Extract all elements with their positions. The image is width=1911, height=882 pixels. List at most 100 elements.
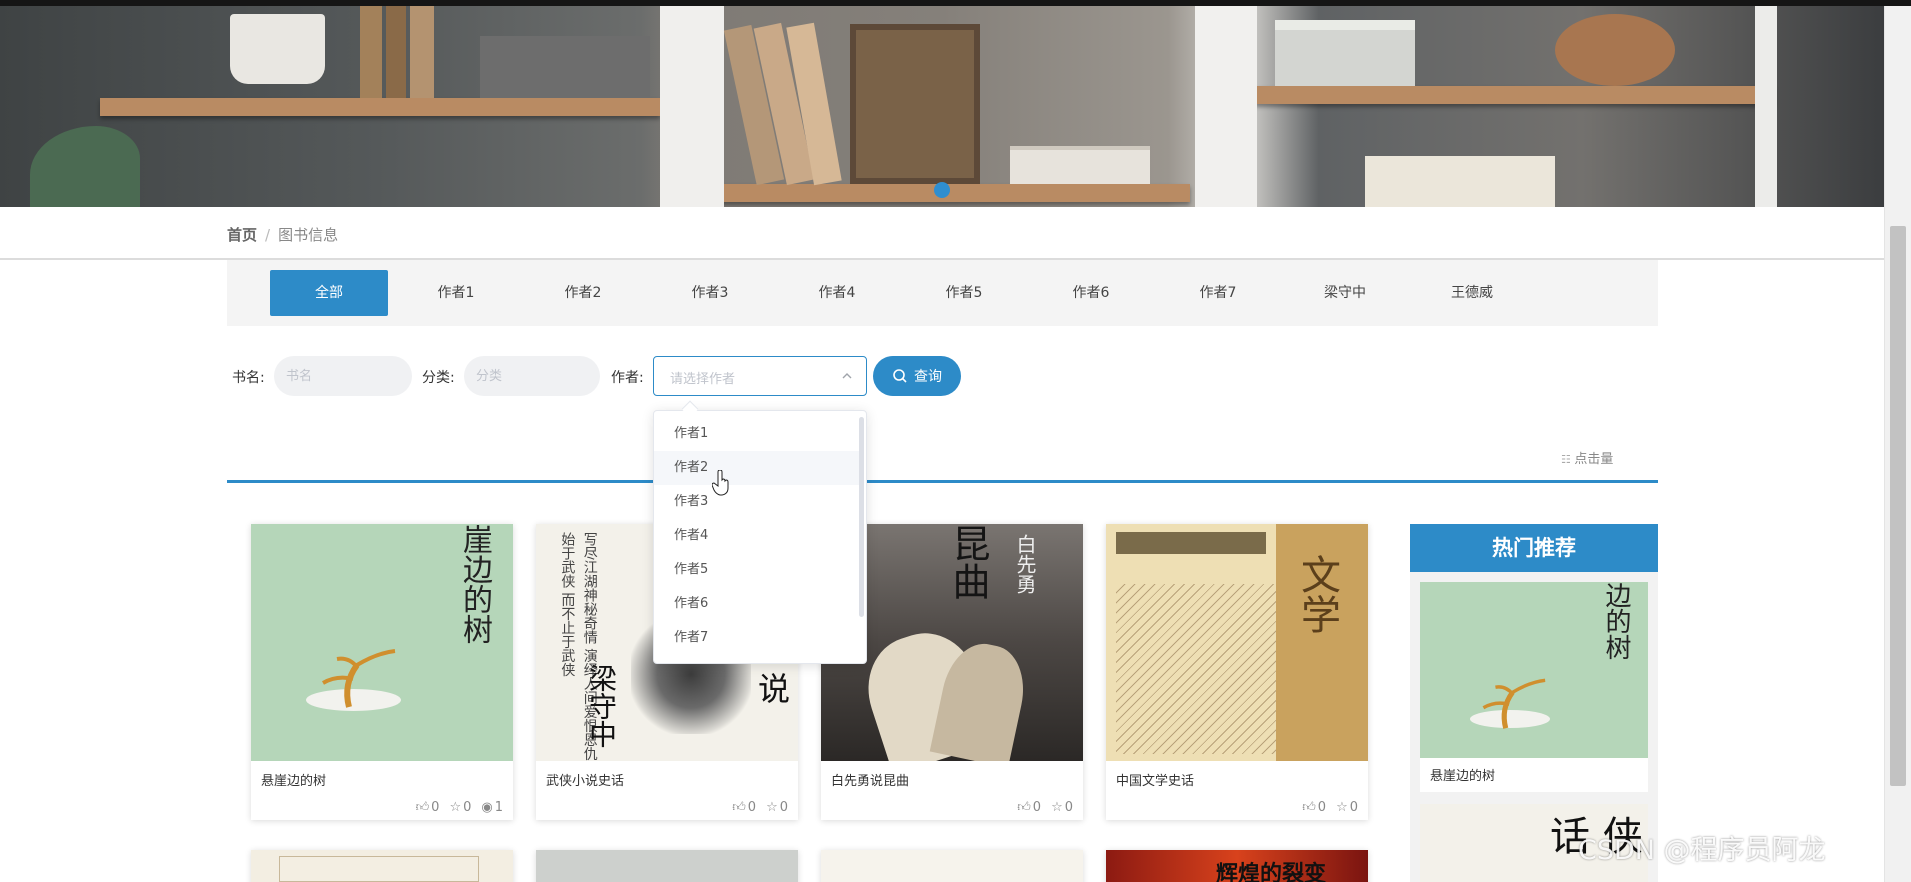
book-title[interactable]: 白先勇说昆曲	[831, 770, 909, 789]
like-count[interactable]: 👍︎ 0	[732, 800, 756, 815]
like-count-value: 0	[1032, 800, 1042, 815]
chevron-up-icon	[842, 373, 852, 379]
sort-by-clicks[interactable]: ☷ 点击量	[1561, 448, 1613, 467]
star-icon: ☆	[1051, 800, 1063, 815]
book-card[interactable]	[821, 850, 1083, 882]
thumbs-up-icon: 👍︎	[732, 800, 746, 815]
favorite-count-value: 0	[1064, 800, 1073, 815]
book-cover-image[interactable]: 文学	[1106, 524, 1368, 761]
book-card[interactable]: 崖边的树 悬崖边的树 👍︎ 0 ☆ 0 ◉ 1	[251, 524, 513, 820]
tab-author-1[interactable]: 作者1	[397, 270, 515, 316]
cover-calligraphy: 说	[758, 670, 791, 708]
dropdown-option[interactable]: 作者1	[654, 417, 860, 451]
book-card[interactable]	[251, 850, 513, 882]
tab-all[interactable]: 全部	[270, 270, 388, 316]
banner-panel	[1195, 6, 1257, 207]
tab-author-6[interactable]: 作者6	[1032, 270, 1150, 316]
like-count-value: 0	[431, 800, 440, 815]
breadcrumb-current: 图书信息	[278, 226, 339, 244]
book-cover-image[interactable]: 辉煌的裂变	[1216, 856, 1326, 882]
book-cover-image[interactable]	[821, 850, 1083, 882]
dropdown-scrollbar[interactable]	[859, 417, 864, 617]
dropdown-option[interactable]: 作者7	[654, 621, 860, 655]
eye-icon: ◉	[481, 800, 493, 815]
banner-shelf	[720, 184, 1190, 202]
book-cover-image[interactable]: 崖边的树	[251, 524, 513, 761]
book-card[interactable]: 辉煌的裂变	[1106, 850, 1368, 882]
favorite-count[interactable]: ☆ 0	[766, 800, 788, 815]
thumbs-up-icon: 👍︎	[1302, 800, 1316, 815]
query-button[interactable]: 查询	[873, 356, 961, 396]
favorite-count[interactable]: ☆ 0	[1051, 800, 1073, 815]
category-search-label: 分类:	[422, 370, 455, 386]
tab-author-liang[interactable]: 梁守中	[1286, 270, 1404, 316]
carousel-indicator-dot[interactable]	[934, 182, 950, 198]
cover-calligraphy: 昆曲	[946, 524, 990, 600]
banner-carousel[interactable]	[0, 6, 1884, 207]
book-title[interactable]: 悬崖边的树	[261, 770, 326, 789]
hot-book-cover[interactable]: 边的树	[1420, 582, 1648, 758]
tab-author-wang[interactable]: 王德威	[1413, 270, 1531, 316]
banner-shelf	[1255, 86, 1775, 104]
book-cover-image[interactable]	[279, 856, 479, 882]
star-icon: ☆	[449, 800, 462, 815]
view-count: ◉ 1	[481, 800, 503, 815]
sort-icon: ☷	[1561, 453, 1575, 466]
tab-author-7[interactable]: 作者7	[1159, 270, 1277, 316]
search-icon	[893, 369, 907, 383]
cover-calligraphy: 崖边的树	[457, 524, 492, 644]
query-button-label: 查询	[914, 368, 942, 384]
breadcrumb-separator: /	[265, 226, 271, 244]
banner-frame	[850, 24, 980, 184]
list-divider	[227, 480, 1658, 483]
book-title[interactable]: 中国文学史话	[1116, 770, 1194, 789]
tab-author-4[interactable]: 作者4	[778, 270, 896, 316]
cover-calligraphy: 边的树	[1601, 582, 1631, 660]
book-title[interactable]: 武侠小说史话	[546, 770, 624, 789]
author-dropdown-list: 作者1 作者2 作者3 作者4 作者5 作者6 作者7	[654, 417, 860, 655]
author-select-label: 作者:	[611, 370, 644, 386]
scrollbar-thumb[interactable]	[1890, 226, 1906, 786]
dropdown-option[interactable]: 作者5	[654, 553, 860, 587]
banner-book-stack	[1365, 156, 1555, 207]
book-card[interactable]: 文学 中国文学史话 👍︎ 0 ☆ 0	[1106, 524, 1368, 820]
page-scrollbar[interactable]	[1884, 6, 1911, 882]
author-select[interactable]: 请选择作者	[653, 356, 867, 396]
book-stats: 👍︎ 0 ☆ 0	[1017, 800, 1073, 815]
tab-author-2[interactable]: 作者2	[524, 270, 642, 316]
favorite-count[interactable]: ☆ 0	[449, 800, 471, 815]
like-count[interactable]: 👍︎ 0	[1017, 800, 1041, 815]
tab-author-5[interactable]: 作者5	[905, 270, 1023, 316]
category-search-input[interactable]	[464, 356, 600, 396]
like-count[interactable]: 👍︎ 0	[1302, 800, 1326, 815]
breadcrumb-home-link[interactable]: 首页	[227, 226, 257, 244]
hot-book-title[interactable]: 悬崖边的树	[1430, 765, 1495, 784]
cover-author-calligraphy: 白先勇	[1013, 534, 1037, 594]
title-search-input[interactable]	[274, 356, 412, 396]
banner-shelf	[100, 98, 660, 116]
cover-title-band	[1116, 532, 1266, 554]
banner-panel	[1755, 6, 1777, 207]
banner-box	[480, 36, 650, 98]
dropdown-option[interactable]: 作者6	[654, 587, 860, 621]
author-tab-bar: 全部 作者1 作者2 作者3 作者4 作者5 作者6 作者7 梁守中 王德威	[227, 260, 1658, 326]
star-icon: ☆	[1336, 800, 1348, 815]
thumbs-up-icon: 👍︎	[415, 800, 430, 815]
favorite-count[interactable]: ☆ 0	[1336, 800, 1358, 815]
dropdown-option[interactable]: 作者2	[654, 451, 860, 485]
book-stats: 👍︎ 0 ☆ 0	[732, 800, 788, 815]
book-stats: 👍︎ 0 ☆ 0	[1302, 800, 1358, 815]
hot-book-card[interactable]: 边的树 悬崖边的树	[1420, 582, 1648, 792]
favorite-count-value: 0	[463, 800, 472, 815]
thumbs-up-icon: 👍︎	[1017, 800, 1031, 815]
book-card[interactable]	[536, 850, 798, 882]
tab-author-3[interactable]: 作者3	[651, 270, 769, 316]
dropdown-option[interactable]: 作者3	[654, 485, 860, 519]
like-count-value: 0	[1317, 800, 1327, 815]
dropdown-option[interactable]: 作者4	[654, 519, 860, 553]
sort-by-clicks-label: 点击量	[1574, 452, 1614, 467]
banner-book-stack	[1010, 146, 1150, 184]
author-dropdown: 作者1 作者2 作者3 作者4 作者5 作者6 作者7	[653, 410, 867, 664]
like-count[interactable]: 👍︎ 0	[416, 800, 440, 815]
book-cover-image[interactable]	[536, 850, 798, 882]
